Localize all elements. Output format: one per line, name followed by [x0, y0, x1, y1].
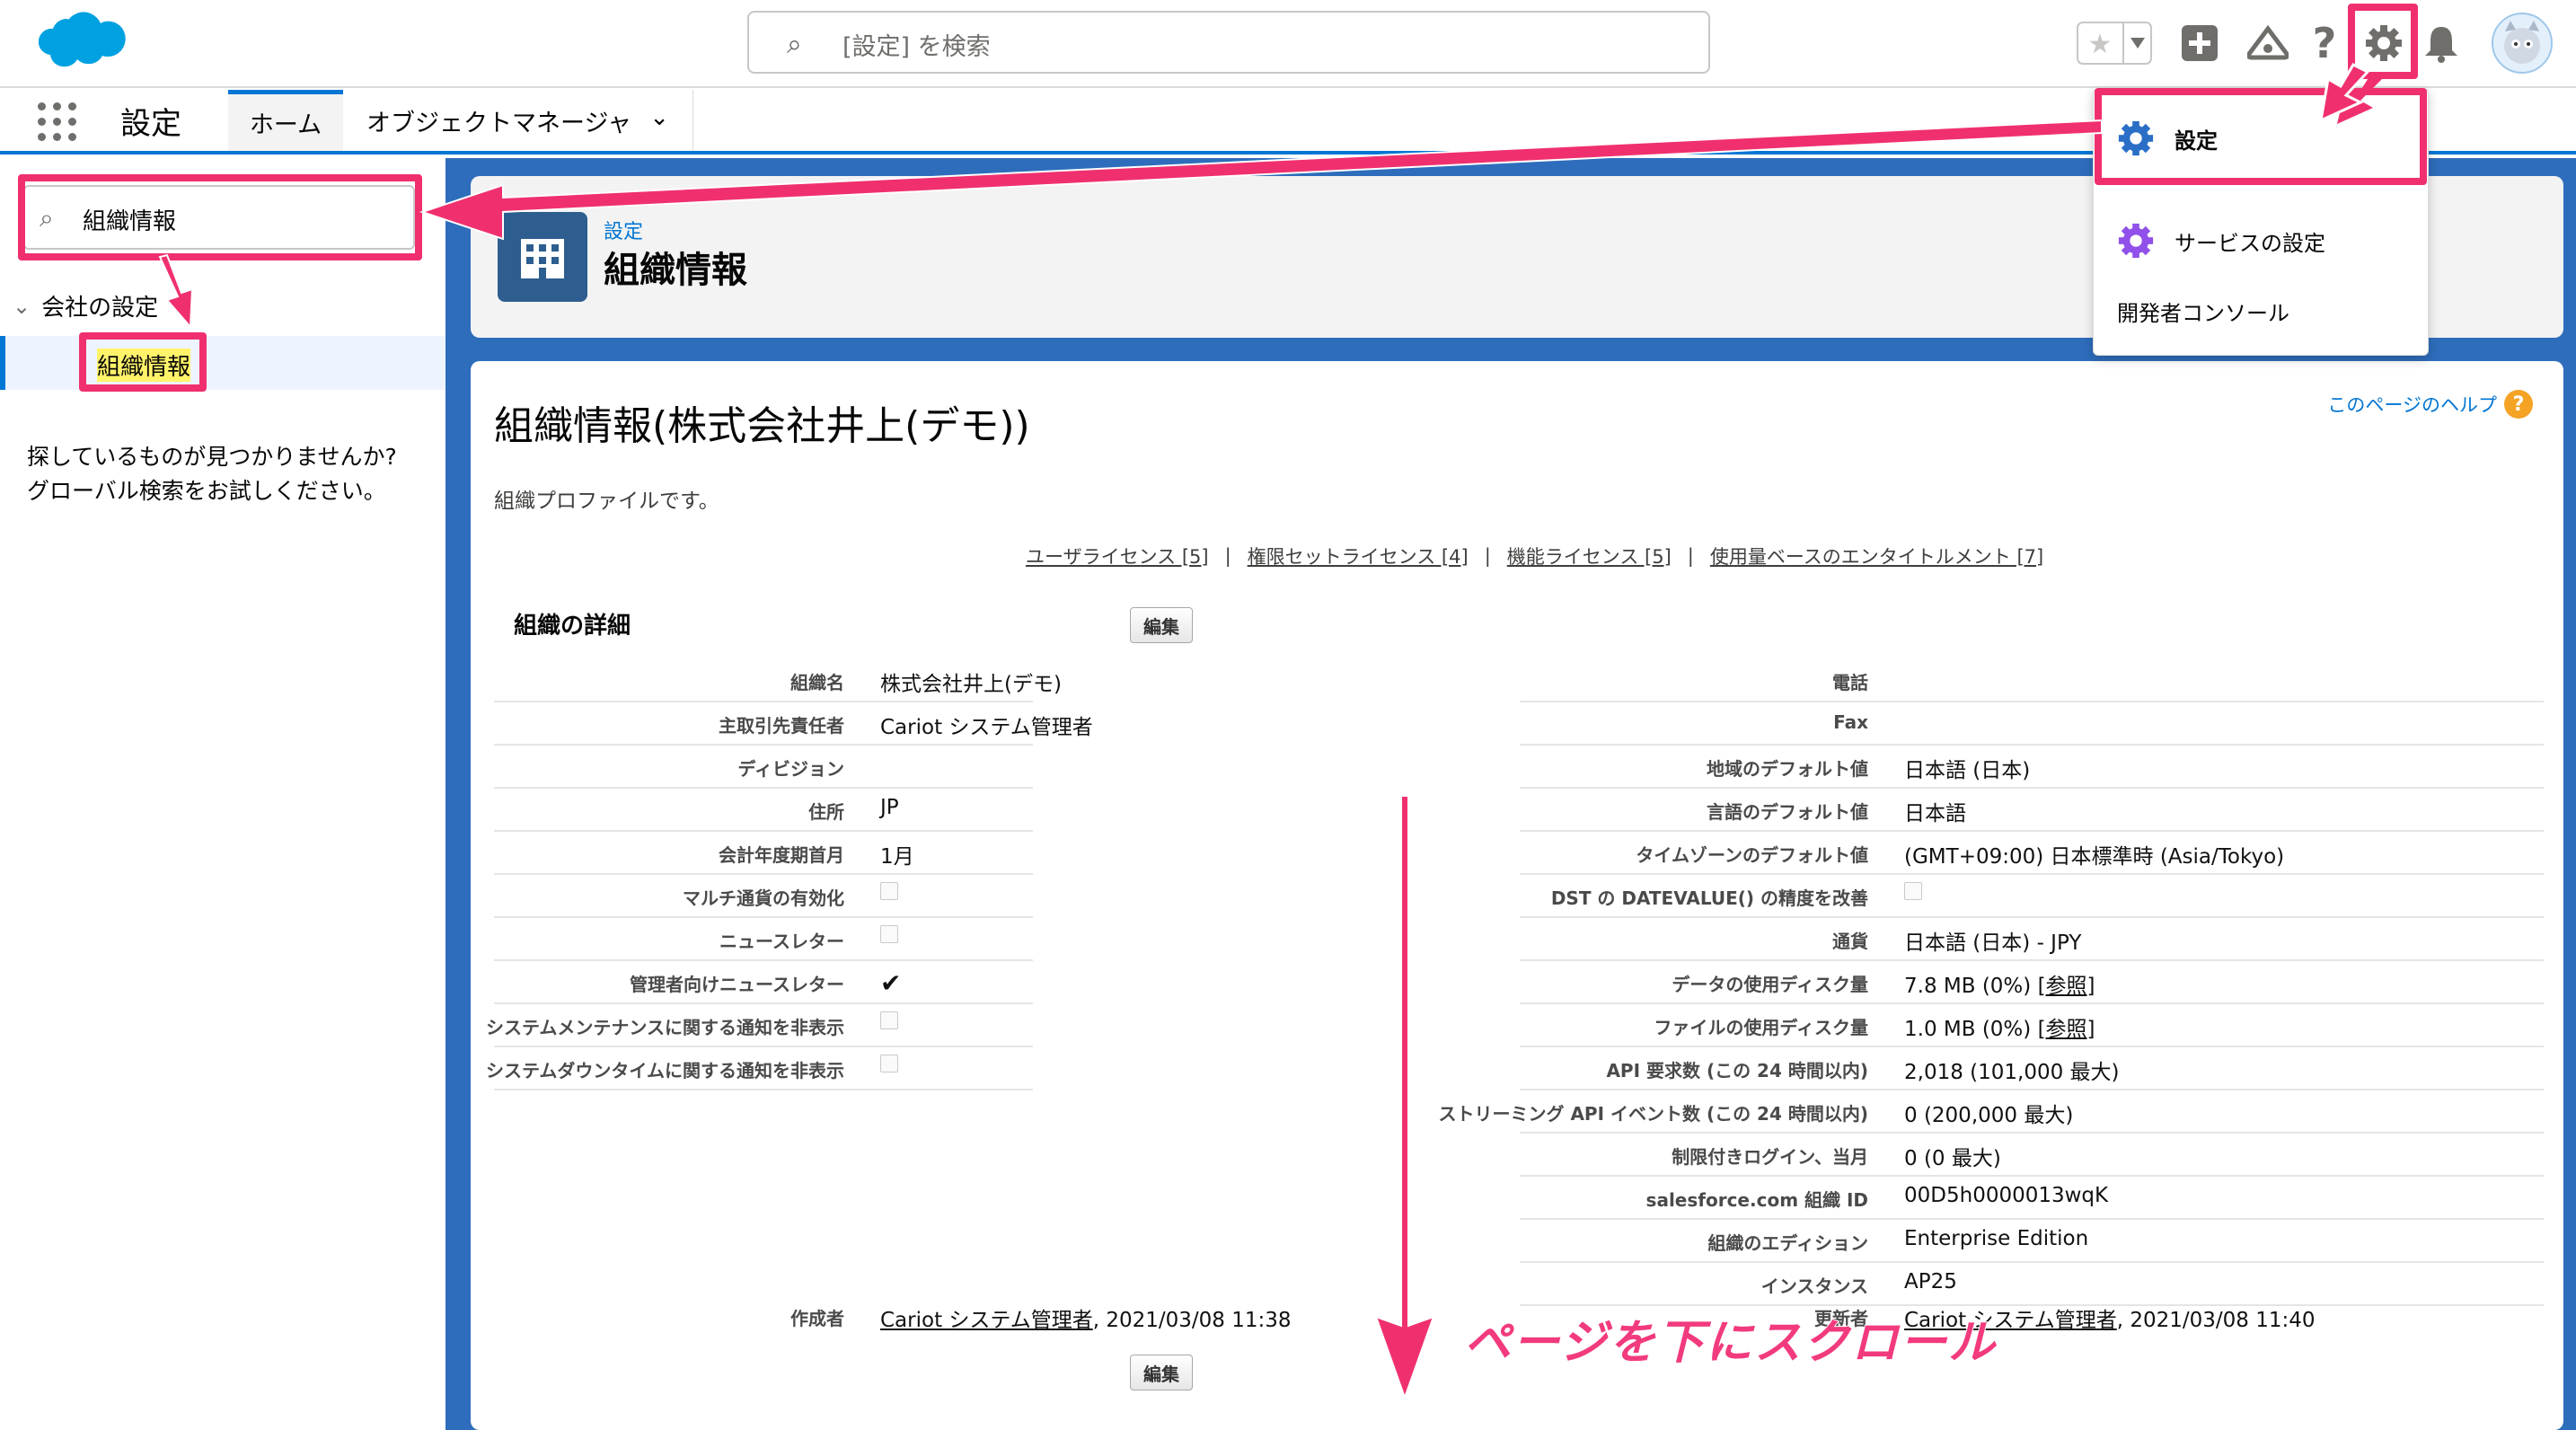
- annotation-arrows: [158, 63, 2382, 1400]
- scroll-down-annotation: ページを下にスクロール: [1463, 1315, 1997, 1371]
